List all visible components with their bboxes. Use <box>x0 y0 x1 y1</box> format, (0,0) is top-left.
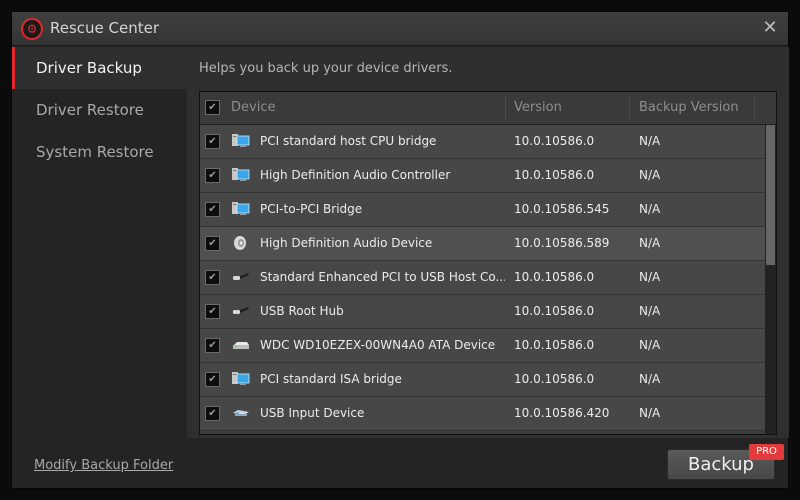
column-divider <box>629 97 630 119</box>
usb-plug-icon <box>232 269 250 285</box>
device-name: WDC WD10EZEX-00WN4A0 ATA Device <box>260 338 496 352</box>
computer-icon <box>232 133 250 149</box>
computer-icon <box>232 201 250 217</box>
device-name: High Definition Audio Device <box>260 236 433 250</box>
device-name: USB Root Hub <box>260 304 344 318</box>
driver-version: 10.0.10586.0 <box>514 304 595 318</box>
backup-version: N/A <box>639 236 661 250</box>
window-title: Rescue Center <box>50 19 160 37</box>
driver-version: 10.0.10586.545 <box>514 202 610 216</box>
page-description: Helps you back up your device drivers. <box>199 61 453 76</box>
computer-icon <box>232 167 250 183</box>
device-name: PCI standard ISA bridge <box>260 372 402 386</box>
row-checkbox[interactable]: ✔ <box>205 304 220 319</box>
driver-table: ✔ Device Version Backup Version ✔ PCI sta… <box>199 91 777 435</box>
row-checkbox[interactable]: ✔ <box>205 270 220 285</box>
table-row[interactable]: ✔ High Definition Audio Device 10.0.10586.… <box>200 227 766 261</box>
table-row[interactable]: ✔ Standard Enhanced PCI to USB Host Co...… <box>200 261 766 295</box>
backup-version: N/A <box>639 202 661 216</box>
device-name: USB Input Device <box>260 406 365 420</box>
row-checkbox[interactable]: ✔ <box>205 406 220 421</box>
rescue-center-window: ⚙ Rescue Center ✕ Driver Backup Driver R… <box>11 11 789 489</box>
modify-backup-folder-link[interactable]: Modify Backup Folder <box>34 458 173 473</box>
usb-input-icon <box>232 405 250 421</box>
vertical-scrollbar[interactable] <box>765 125 776 434</box>
driver-version: 10.0.10586.0 <box>514 372 595 386</box>
backup-version: N/A <box>639 304 661 318</box>
driver-version: 10.0.10586.0 <box>514 134 595 148</box>
hard-drive-icon <box>232 337 250 353</box>
close-button[interactable]: ✕ <box>760 18 780 38</box>
driver-version: 10.0.10586.0 <box>514 338 595 352</box>
column-divider <box>505 97 506 119</box>
column-header-version[interactable]: Version <box>514 100 562 115</box>
driver-version: 10.0.10586.420 <box>514 406 610 420</box>
table-body: ✔ PCI standard host CPU bridge 10.0.10586.… <box>200 125 766 431</box>
column-header-backup-version[interactable]: Backup Version <box>639 100 739 115</box>
scrollbar-thumb[interactable] <box>766 125 775 265</box>
sidebar: Driver Backup Driver Restore System Rest… <box>12 47 187 438</box>
driver-version: 10.0.10586.589 <box>514 236 610 250</box>
row-checkbox[interactable]: ✔ <box>205 372 220 387</box>
table-row[interactable]: ✔ PCI-to-PCI Bridge 10.0.10586.545 N/A <box>200 193 766 227</box>
row-checkbox[interactable]: ✔ <box>205 202 220 217</box>
backup-version: N/A <box>639 406 661 420</box>
usb-plug-icon <box>232 303 250 319</box>
driver-version: 10.0.10586.0 <box>514 168 595 182</box>
row-checkbox[interactable]: ✔ <box>205 168 220 183</box>
app-logo-icon: ⚙ <box>21 18 43 40</box>
device-name: Standard Enhanced PCI to USB Host Co... <box>260 270 505 284</box>
main-panel: Helps you back up your device drivers. ✔… <box>187 47 789 438</box>
backup-version: N/A <box>639 270 661 284</box>
select-all-checkbox[interactable]: ✔ <box>205 100 220 115</box>
table-row[interactable]: ✔ PCI standard ISA bridge 10.0.10586.0 N/A <box>200 363 766 397</box>
device-name: High Definition Audio Controller <box>260 168 451 182</box>
backup-version: N/A <box>639 372 661 386</box>
row-checkbox[interactable]: ✔ <box>205 236 220 251</box>
backup-version: N/A <box>639 168 661 182</box>
table-header: ✔ Device Version Backup Version <box>200 92 776 125</box>
title-bar: ⚙ Rescue Center ✕ <box>12 12 788 46</box>
sidebar-item-driver-backup[interactable]: Driver Backup <box>12 47 187 89</box>
table-row[interactable]: ✔ WDC WD10EZEX-00WN4A0 ATA Device 10.0.105… <box>200 329 766 363</box>
device-name: PCI-to-PCI Bridge <box>260 202 363 216</box>
table-row[interactable]: ✔ USB Input Device 10.0.10586.420 N/A <box>200 397 766 431</box>
sidebar-item-driver-restore[interactable]: Driver Restore <box>12 89 187 131</box>
row-checkbox[interactable]: ✔ <box>205 134 220 149</box>
pro-badge: PRO <box>749 444 784 460</box>
table-row[interactable]: ✔ High Definition Audio Controller 10.0.10… <box>200 159 766 193</box>
backup-version: N/A <box>639 134 661 148</box>
computer-icon <box>232 371 250 387</box>
device-name: PCI standard host CPU bridge <box>260 134 437 148</box>
driver-version: 10.0.10586.0 <box>514 270 595 284</box>
sidebar-item-system-restore[interactable]: System Restore <box>12 131 187 173</box>
column-divider <box>754 97 755 119</box>
speaker-icon <box>232 235 250 251</box>
column-header-device[interactable]: Device <box>231 100 275 115</box>
table-row[interactable]: ✔ PCI standard host CPU bridge 10.0.10586.… <box>200 125 766 159</box>
backup-version: N/A <box>639 338 661 352</box>
table-row[interactable]: ✔ USB Root Hub 10.0.10586.0 N/A <box>200 295 766 329</box>
row-checkbox[interactable]: ✔ <box>205 338 220 353</box>
